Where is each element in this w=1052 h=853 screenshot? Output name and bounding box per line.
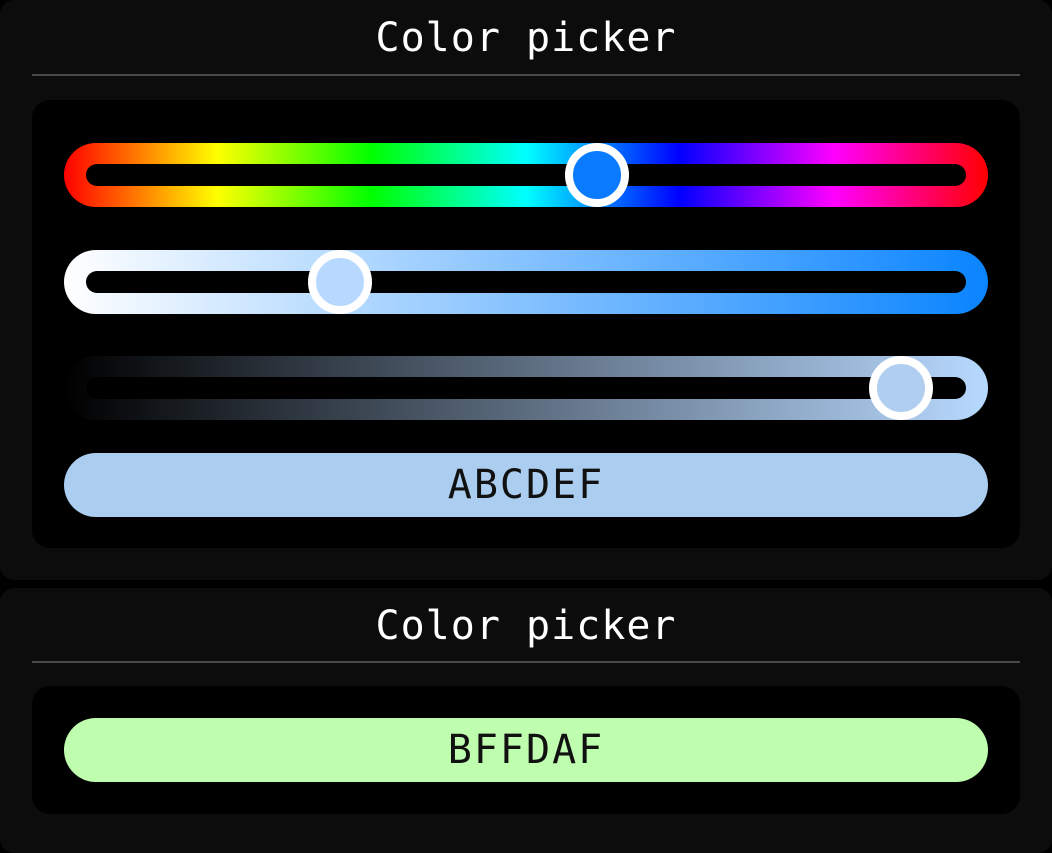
picker-body: ABCDEF bbox=[32, 100, 1020, 548]
panel-title: Color picker bbox=[375, 603, 677, 649]
color-hex-swatch[interactable]: BFFDAF bbox=[64, 718, 988, 782]
saturation-slider-knob[interactable] bbox=[308, 250, 373, 314]
brightness-slider[interactable] bbox=[64, 356, 988, 420]
brightness-slider-track bbox=[86, 377, 966, 399]
brightness-slider-knob[interactable] bbox=[869, 356, 934, 420]
title-divider bbox=[32, 661, 1020, 663]
color-picker-panel: Color picker BFFDAF bbox=[0, 588, 1052, 853]
color-hex-swatch[interactable]: ABCDEF bbox=[64, 453, 988, 517]
saturation-slider[interactable] bbox=[64, 250, 988, 314]
picker-body: BFFDAF bbox=[32, 686, 1020, 814]
hue-slider[interactable] bbox=[64, 143, 988, 207]
saturation-slider-track bbox=[86, 271, 966, 293]
panel-title: Color picker bbox=[375, 15, 677, 61]
title-divider bbox=[32, 74, 1020, 76]
hue-slider-track bbox=[86, 164, 966, 186]
hue-slider-knob[interactable] bbox=[565, 143, 630, 207]
color-picker-panel: Color picker ABCDEF bbox=[0, 0, 1052, 580]
